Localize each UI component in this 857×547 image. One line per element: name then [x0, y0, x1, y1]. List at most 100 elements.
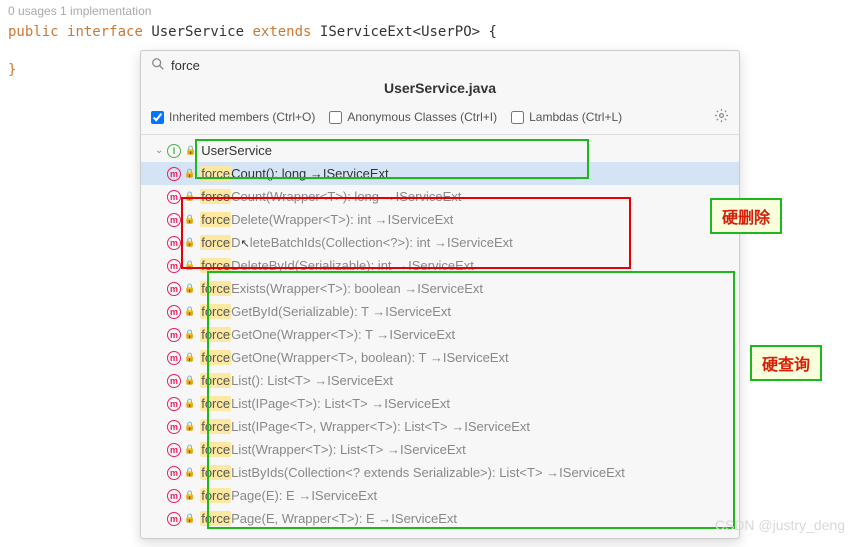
popup-title: UserService.java [141, 76, 739, 104]
method-signature: Count(Wrapper<T>): long →IServiceExt [231, 189, 461, 204]
opt-lambdas[interactable]: Lambdas (Ctrl+L) [511, 110, 622, 124]
match-highlight: force [200, 304, 231, 319]
method-icon: m [167, 374, 181, 388]
lock-icon: 🔒 [184, 490, 195, 501]
search-row [141, 51, 739, 76]
search-input[interactable] [171, 58, 291, 73]
lambdas-checkbox[interactable] [511, 111, 524, 124]
inherited-checkbox[interactable] [151, 111, 164, 124]
method-icon: m [167, 213, 181, 227]
method-icon: m [167, 282, 181, 296]
method-signature: GetOne(Wrapper<T>): T →IServiceExt [231, 327, 455, 342]
tree-root[interactable]: ⌄ I 🔒 UserService [141, 139, 739, 162]
lock-icon: 🔒 [184, 352, 195, 363]
opt-inherited[interactable]: Inherited members (Ctrl+O) [151, 110, 315, 124]
match-highlight: force [200, 327, 231, 342]
brace-open: { [480, 24, 497, 40]
lock-icon: 🔒 [184, 467, 195, 478]
method-icon: m [167, 397, 181, 411]
method-signature: Page(E, Wrapper<T>): E →IServiceExt [231, 511, 457, 526]
tree-item[interactable]: m🔒forceList(IPage<T>, Wrapper<T>): List<… [141, 415, 739, 438]
method-signature: List(IPage<T>, Wrapper<T>): List<T> →ISe… [231, 419, 530, 434]
cursor-icon: ↖ [241, 238, 250, 250]
tree-item[interactable]: m🔒forcePage(E, Wrapper<T>): E →IServiceE… [141, 507, 739, 530]
lock-icon: 🔒 [184, 260, 195, 271]
kw-interface: interface [67, 24, 143, 40]
method-signature: Count(): long →IServiceExt [231, 166, 389, 181]
tree-item[interactable]: m🔒 forceCount(): long →IServiceExt [141, 162, 739, 185]
anon-checkbox[interactable] [329, 111, 342, 124]
method-signature: List(): List<T> →IServiceExt [231, 373, 393, 388]
method-signature: List(IPage<T>): List<T> →IServiceExt [231, 396, 450, 411]
lock-icon: 🔒 [184, 306, 195, 317]
lock-icon: 🔒 [185, 145, 196, 156]
root-label: UserService [201, 143, 272, 158]
opt-anon[interactable]: Anonymous Classes (Ctrl+I) [329, 110, 497, 124]
tree: ⌄ I 🔒 UserService m🔒forceCount(): long →… [141, 135, 739, 538]
method-signature: Page(E): E →IServiceExt [231, 488, 377, 503]
method-icon: m [167, 489, 181, 503]
method-icon: m [167, 190, 181, 204]
method-signature: DeleteById(Serializable): int →IServiceE… [231, 258, 474, 273]
watermark: CSDN @justry_deng [715, 517, 845, 533]
method-icon: m [167, 167, 181, 181]
lock-icon: 🔒 [184, 329, 195, 340]
lock-icon: 🔒 [184, 398, 195, 409]
class-name: UserService [151, 24, 244, 40]
match-highlight: force [200, 488, 231, 503]
annotation-hard-delete: 硬删除 [710, 198, 782, 234]
match-highlight: force [200, 350, 231, 365]
kw-public: public [8, 24, 59, 40]
match-highlight: force [200, 258, 231, 273]
tree-item[interactable]: m🔒forceExists(Wrapper<T>): boolean →ISer… [141, 277, 739, 300]
tree-item[interactable]: m🔒forceGetOne(Wrapper<T>, boolean): T →I… [141, 346, 739, 369]
match-highlight: force [200, 189, 231, 204]
match-highlight: force [200, 465, 231, 480]
generic: <UserPO> [413, 24, 480, 40]
method-signature: GetOne(Wrapper<T>, boolean): T →IService… [231, 350, 508, 365]
opt-label: Lambdas (Ctrl+L) [529, 110, 622, 124]
structure-popup: UserService.java Inherited members (Ctrl… [140, 50, 740, 539]
opt-label: Anonymous Classes (Ctrl+I) [347, 110, 497, 124]
tree-item[interactable]: m🔒 forcePage(E): E →IServiceExt [141, 484, 739, 507]
tree-item[interactable]: m🔒 forceCount(Wrapper<T>): long →IService… [141, 185, 739, 208]
match-highlight: force [200, 373, 231, 388]
tree-item[interactable]: m🔒forceDelete(Wrapper<T>): int →IService… [141, 208, 739, 231]
lock-icon: 🔒 [184, 283, 195, 294]
tree-item[interactable]: m🔒forceD↖leteBatchIds(Collection<?>): in… [141, 231, 739, 254]
method-icon: m [167, 236, 181, 250]
lock-icon: 🔒 [184, 513, 195, 524]
method-signature: GetById(Serializable): T →IServiceExt [231, 304, 451, 319]
opt-label: Inherited members (Ctrl+O) [169, 110, 315, 124]
method-signature: Exists(Wrapper<T>): boolean →IServiceExt [231, 281, 483, 296]
method-signature: ListByIds(Collection<? extends Serializa… [231, 465, 625, 480]
tree-item[interactable]: m🔒forceListByIds(Collection<? extends Se… [141, 461, 739, 484]
search-icon [151, 57, 165, 74]
match-highlight: force [200, 396, 231, 411]
tree-item[interactable]: m🔒forceList(): List<T> →IServiceExt [141, 369, 739, 392]
lock-icon: 🔒 [184, 444, 195, 455]
code-line-decl: public interface UserService extends ISe… [0, 22, 857, 42]
method-icon: m [167, 305, 181, 319]
tree-item[interactable]: m🔒 forceList(IPage<T>): List<T> →IService… [141, 392, 739, 415]
match-highlight: force [200, 511, 231, 526]
tree-item[interactable]: m🔒forceGetOne(Wrapper<T>): T →IServiceEx… [141, 323, 739, 346]
tree-item[interactable]: m🔒 forceGetById(Serializable): T →IServic… [141, 300, 739, 323]
match-highlight: force [200, 442, 231, 457]
tree-item[interactable]: m🔒 forceDeleteById(Serializable): int →IS… [141, 254, 739, 277]
tree-item[interactable]: m🔒forceList(Wrapper<T>): List<T> →IServi… [141, 438, 739, 461]
lock-icon: 🔒 [184, 421, 195, 432]
lock-icon: 🔒 [184, 168, 195, 179]
method-signature: Delete(Wrapper<T>): int →IServiceExt [231, 212, 453, 227]
lock-icon: 🔒 [184, 191, 195, 202]
method-icon: m [167, 259, 181, 273]
method-icon: m [167, 443, 181, 457]
chevron-down-icon[interactable]: ⌄ [155, 145, 165, 156]
base-type: IServiceExt [320, 24, 413, 40]
match-highlight: force [200, 419, 231, 434]
gear-icon[interactable] [714, 108, 729, 126]
interface-icon: I [167, 144, 181, 158]
options-row: Inherited members (Ctrl+O) Anonymous Cla… [141, 104, 739, 135]
match-highlight: force [200, 235, 231, 250]
match-highlight: force [200, 166, 231, 181]
